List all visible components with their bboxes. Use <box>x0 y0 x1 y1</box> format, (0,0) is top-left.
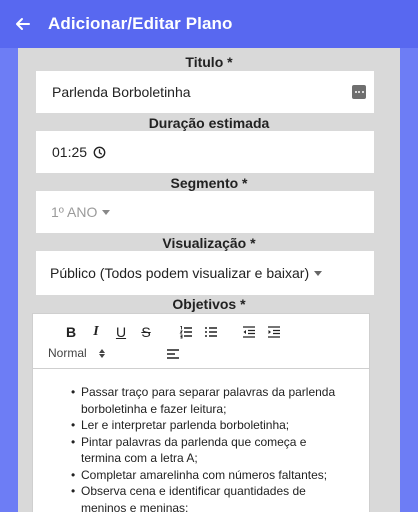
visibility-value: Público (Todos podem visualizar e baixar… <box>50 265 310 281</box>
visibility-label: Visualização * <box>162 235 256 251</box>
editor-toolbar: B I U S Normal <box>33 314 369 369</box>
page-title: Adicionar/Editar Plano <box>48 14 233 33</box>
segment-select[interactable]: 1º ANO <box>36 191 374 233</box>
outdent-icon[interactable] <box>240 323 258 341</box>
indent-icon[interactable] <box>265 323 283 341</box>
title-field[interactable]: Parlenda Borboletinha <box>36 71 374 113</box>
select-arrows-icon <box>98 348 105 358</box>
list-item: Observa cena e identificar quantidades d… <box>69 483 339 512</box>
bullet-list-icon[interactable] <box>202 323 220 341</box>
objectives-editor[interactable]: B I U S Normal Passar traço para separar… <box>32 313 370 512</box>
segment-value: 1º ANO <box>51 204 98 220</box>
app-bar: Adicionar/Editar Plano <box>0 0 418 48</box>
format-value: Normal <box>48 346 87 360</box>
chevron-down-icon <box>102 209 111 215</box>
clock-icon[interactable] <box>93 146 106 159</box>
duration-label: Duração estimada <box>148 115 270 131</box>
title-value: Parlenda Borboletinha <box>52 84 191 100</box>
bold-button[interactable]: B <box>62 323 80 341</box>
duration-field[interactable]: 01:25 <box>36 131 374 173</box>
duration-value: 01:25 <box>52 144 88 160</box>
segment-label: Segmento * <box>170 175 248 191</box>
list-item: Ler e interpretar parlenda borboletinha; <box>69 417 339 434</box>
more-icon[interactable] <box>352 85 366 99</box>
ordered-list-icon[interactable] <box>177 323 195 341</box>
objectives-list[interactable]: Passar traço para separar palavras da pa… <box>69 384 339 512</box>
arrow-left-icon[interactable] <box>12 14 32 34</box>
list-item: Passar traço para separar palavras da pa… <box>69 384 339 417</box>
objectives-label: Objetivos * <box>172 296 246 312</box>
format-select[interactable]: Normal <box>48 346 105 360</box>
align-icon[interactable] <box>164 345 182 363</box>
left-margin <box>0 48 18 512</box>
chevron-down-icon <box>314 270 323 276</box>
underline-button[interactable]: U <box>112 323 130 341</box>
strike-button[interactable]: S <box>137 323 155 341</box>
visibility-select[interactable]: Público (Todos podem visualizar e baixar… <box>36 251 374 295</box>
right-margin <box>400 48 418 512</box>
list-item: Pintar palavras da parlenda que começa e… <box>69 434 339 467</box>
title-label: Titulo * <box>185 54 233 70</box>
list-item: Completar amarelinha com números faltant… <box>69 467 339 484</box>
italic-button[interactable]: I <box>87 323 105 341</box>
